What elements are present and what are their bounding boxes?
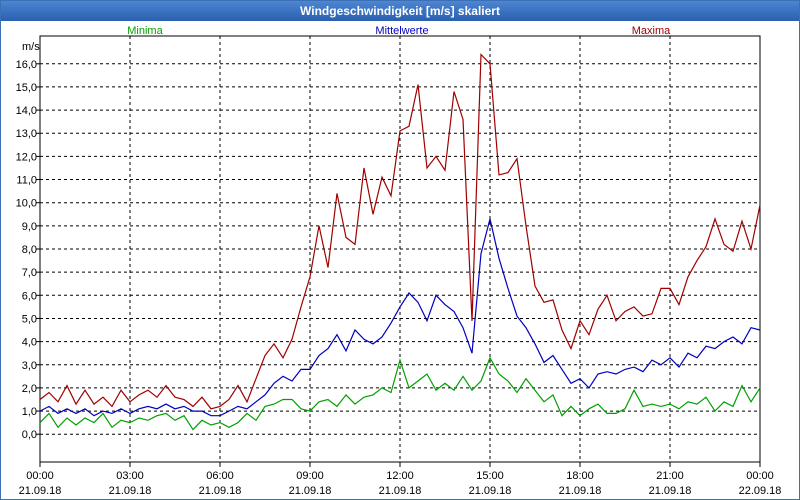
y-tick-label: 16,0 bbox=[16, 59, 37, 71]
x-tick-time: 09:00 bbox=[296, 470, 324, 482]
x-tick-date: 22.09.18 bbox=[739, 485, 782, 497]
x-tick-date: 21.09.18 bbox=[19, 485, 62, 497]
x-tick-time: 00:00 bbox=[26, 470, 54, 482]
x-tick-time: 00:00 bbox=[746, 470, 774, 482]
y-tick-label: 5,0 bbox=[22, 313, 37, 325]
x-tick-date: 21.09.18 bbox=[559, 485, 602, 497]
x-tick-time: 15:00 bbox=[476, 470, 504, 482]
legend: Minima Mittelwerte Maxima bbox=[127, 25, 671, 37]
legend-item-minima: Minima bbox=[127, 25, 163, 37]
legend-item-mittelwerte: Mittelwerte bbox=[375, 25, 428, 37]
y-tick-label: 7,0 bbox=[22, 267, 37, 279]
x-ticks: 00:00 21.09.18 03:00 21.09.18 06:00 21.09.18 0… bbox=[19, 462, 782, 497]
x-tick-time: 03:00 bbox=[116, 470, 144, 482]
y-ticks: 0,0 1,0 2,0 3,0 4,0 5,0 6,0 7,0 8,0 9,0 10,0 11,0 12… bbox=[16, 59, 40, 441]
y-tick-label: 0,0 bbox=[22, 429, 37, 441]
x-tick-date: 21.09.18 bbox=[109, 485, 152, 497]
y-tick-label: 13,0 bbox=[16, 128, 37, 140]
y-tick-label: 1,0 bbox=[22, 406, 37, 418]
y-tick-label: 11,0 bbox=[16, 175, 37, 187]
x-tick-date: 21.09.18 bbox=[649, 485, 692, 497]
legend-item-maxima: Maxima bbox=[632, 25, 671, 37]
y-tick-label: 4,0 bbox=[22, 337, 37, 349]
x-tick-date: 21.09.18 bbox=[379, 485, 422, 497]
x-tick-date: 21.09.18 bbox=[289, 485, 332, 497]
grid bbox=[40, 36, 760, 462]
x-tick-time: 12:00 bbox=[386, 470, 414, 482]
y-tick-label: 14,0 bbox=[16, 105, 37, 117]
x-tick-date: 21.09.18 bbox=[469, 485, 512, 497]
wind-speed-chart: m/s 0,0 1,0 2,0 3,0 4,0 5,0 6,0 7,0 8,0 9,0 10,0 11… bbox=[16, 25, 782, 497]
x-tick-time: 21:00 bbox=[656, 470, 684, 482]
y-tick-label: 3,0 bbox=[22, 360, 37, 372]
y-tick-label: 15,0 bbox=[16, 82, 37, 94]
x-tick-date: 21.09.18 bbox=[199, 485, 242, 497]
y-tick-label: 9,0 bbox=[22, 221, 37, 233]
y-axis-label: m/s bbox=[22, 41, 40, 53]
y-tick-label: 6,0 bbox=[22, 290, 37, 302]
y-tick-label: 10,0 bbox=[16, 198, 37, 210]
x-tick-time: 06:00 bbox=[206, 470, 234, 482]
y-tick-label: 8,0 bbox=[22, 244, 37, 256]
y-tick-label: 2,0 bbox=[22, 383, 37, 395]
x-tick-time: 18:00 bbox=[566, 470, 594, 482]
y-tick-label: 12,0 bbox=[16, 151, 37, 163]
